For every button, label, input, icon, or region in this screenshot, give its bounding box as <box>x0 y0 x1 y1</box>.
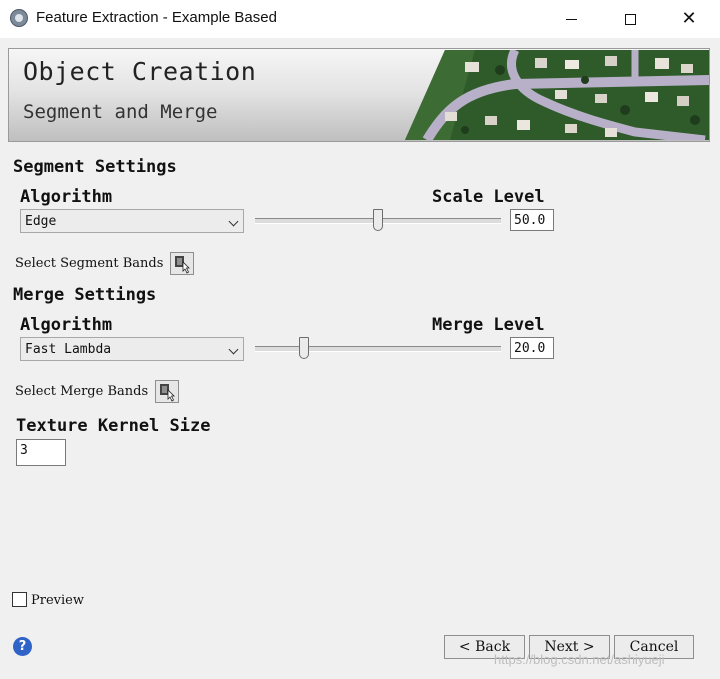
window-title: Feature Extraction - Example Based <box>36 9 277 26</box>
merge-level-slider-thumb[interactable] <box>299 337 310 359</box>
segment-settings-heading: Segment Settings <box>13 157 177 177</box>
texture-kernel-size-input[interactable]: 3 <box>16 439 66 466</box>
watermark-text: https://blog.csdn.net/ashiyueji <box>494 652 665 667</box>
merge-settings-heading: Merge Settings <box>13 285 157 305</box>
merge-level-label: Merge Level <box>432 315 545 335</box>
scale-level-label: Scale Level <box>432 187 545 207</box>
select-merge-bands-label: Select Merge Bands <box>15 384 149 399</box>
band-picker-icon <box>160 384 175 402</box>
close-button[interactable]: ✕ <box>660 0 718 38</box>
minimize-button[interactable] <box>542 0 600 38</box>
segment-algorithm-label: Algorithm <box>20 187 113 207</box>
app-icon <box>10 9 28 27</box>
band-picker-icon <box>175 256 190 274</box>
maximize-button[interactable] <box>601 0 659 38</box>
preview-label: Preview <box>31 593 84 608</box>
merge-algorithm-select[interactable]: Fast Lambda <box>20 337 244 361</box>
merge-level-input[interactable]: 20.0 <box>510 337 554 359</box>
banner-subtitle: Segment and Merge <box>23 101 218 123</box>
help-icon[interactable]: ? <box>13 637 32 656</box>
title-bar: Feature Extraction - Example Based ✕ <box>0 0 720 38</box>
aerial-image <box>405 50 709 140</box>
scale-level-input[interactable]: 50.0 <box>510 209 554 231</box>
preview-checkbox[interactable] <box>12 592 27 607</box>
banner-title: Object Creation <box>23 57 257 86</box>
merge-level-slider-track[interactable] <box>255 346 501 352</box>
chevron-down-icon <box>228 216 239 227</box>
merge-algorithm-label: Algorithm <box>20 315 113 335</box>
segment-algorithm-value: Edge <box>25 214 57 229</box>
chevron-down-icon <box>228 344 239 355</box>
scale-level-slider-thumb[interactable] <box>373 209 383 231</box>
header-banner: Object Creation Segment and Merge <box>8 48 710 142</box>
close-icon: ✕ <box>681 8 697 29</box>
select-merge-bands-button[interactable] <box>155 380 179 403</box>
select-segment-bands-button[interactable] <box>170 252 194 275</box>
select-segment-bands-label: Select Segment Bands <box>15 256 164 271</box>
texture-kernel-size-label: Texture Kernel Size <box>16 416 211 436</box>
merge-algorithm-value: Fast Lambda <box>25 342 112 357</box>
maximize-icon <box>624 13 636 25</box>
segment-algorithm-select[interactable]: Edge <box>20 209 244 233</box>
minimize-icon <box>565 18 577 20</box>
